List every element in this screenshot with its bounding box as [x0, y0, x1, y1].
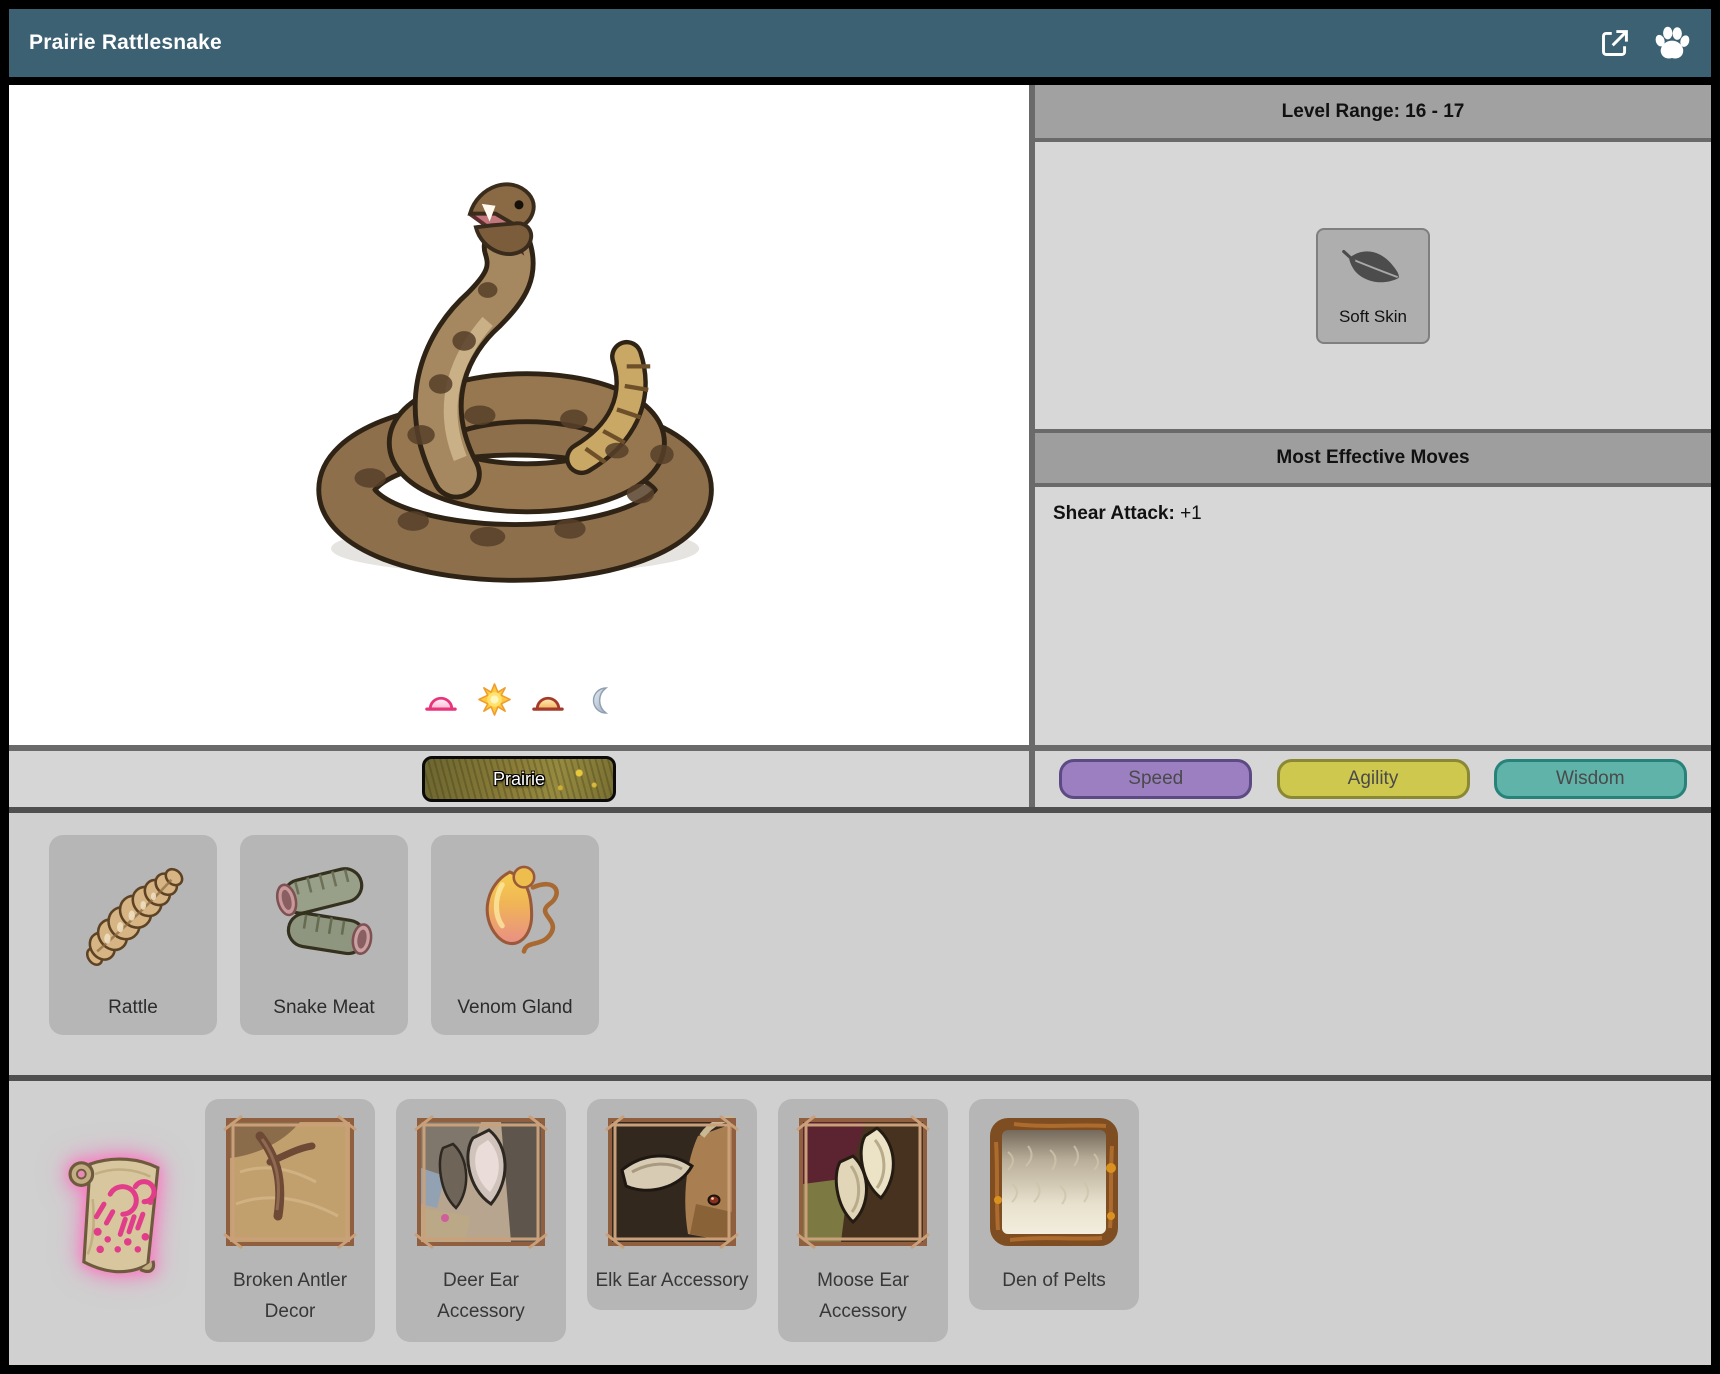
- craft-card-moose-ear-accessory[interactable]: Moose Ear Accessory: [778, 1099, 948, 1342]
- craft-card-deer-ear-accessory[interactable]: Deer Ear Accessory: [396, 1099, 566, 1342]
- crafting-section: Broken Antler Decor: [9, 1081, 1711, 1365]
- level-range-bar: Level Range: 16 - 17: [1035, 85, 1711, 142]
- creature-image-panel: [9, 85, 1029, 745]
- weakness-tile-soft-skin[interactable]: Soft Skin: [1316, 228, 1430, 344]
- drop-label: Snake Meat: [273, 997, 374, 1019]
- stat-pill-agility[interactable]: Agility: [1277, 759, 1470, 799]
- drop-card-venom-gland[interactable]: Venom Gland: [431, 835, 599, 1035]
- biome-band: Prairie: [9, 751, 1029, 807]
- stat-label: Speed: [1128, 768, 1183, 790]
- day-icon: [478, 683, 511, 721]
- feather-icon: [1341, 244, 1405, 297]
- night-icon: [585, 686, 613, 721]
- move-value: +1: [1180, 503, 1202, 524]
- elk-ear-accessory-image: [602, 1112, 742, 1257]
- craft-label: Den of Pelts: [1002, 1265, 1106, 1296]
- external-link-icon[interactable]: [1595, 24, 1633, 62]
- drop-label: Rattle: [108, 997, 158, 1019]
- craft-label: Moose Ear Accessory: [784, 1265, 942, 1328]
- weakness-label: Soft Skin: [1339, 307, 1407, 327]
- snake-meat-icon: [258, 849, 390, 982]
- move-name: Shear Attack:: [1053, 503, 1175, 524]
- creature-info-window: Prairie Rattlesnake: [0, 0, 1720, 1374]
- info-panel: Level Range: 16 - 17 Soft Skin Most Effe…: [1035, 85, 1711, 745]
- biome-label: Prairie: [493, 769, 545, 790]
- sunset-icon: [532, 689, 564, 721]
- moves-header-bar: Most Effective Moves: [1035, 429, 1711, 487]
- active-times-row: [425, 683, 613, 721]
- drops-section: Rattle: [9, 813, 1711, 1075]
- biome-button-prairie[interactable]: Prairie: [422, 756, 616, 802]
- stat-pill-wisdom[interactable]: Wisdom: [1494, 759, 1687, 799]
- level-range-text: Level Range: 16 - 17: [1282, 101, 1465, 123]
- move-entry: Shear Attack: +1: [1053, 503, 1202, 524]
- drop-card-snake-meat[interactable]: Snake Meat: [240, 835, 408, 1035]
- moves-list: Shear Attack: +1: [1035, 487, 1711, 745]
- broken-antler-decor-image: [220, 1112, 360, 1257]
- craft-label: Broken Antler Decor: [211, 1265, 369, 1328]
- craft-card-broken-antler-decor[interactable]: Broken Antler Decor: [205, 1099, 375, 1342]
- rattle-icon: [67, 849, 199, 982]
- craft-label: Elk Ear Accessory: [595, 1265, 748, 1296]
- drop-label: Venom Gland: [457, 997, 572, 1019]
- paw-icon[interactable]: [1653, 24, 1691, 62]
- craft-card-den-of-pelts[interactable]: Den of Pelts: [969, 1099, 1139, 1310]
- sunrise-icon: [425, 689, 457, 721]
- craft-card-elk-ear-accessory[interactable]: Elk Ear Accessory: [587, 1099, 757, 1310]
- stat-label: Wisdom: [1556, 768, 1625, 790]
- stats-band: Speed Agility Wisdom: [1035, 751, 1711, 807]
- page-title: Prairie Rattlesnake: [29, 31, 222, 55]
- moves-header-text: Most Effective Moves: [1276, 447, 1469, 469]
- recipe-scroll-icon[interactable]: [61, 1149, 177, 1292]
- deer-ear-accessory-image: [411, 1112, 551, 1257]
- weakness-area: Soft Skin: [1035, 142, 1711, 429]
- moose-ear-accessory-image: [793, 1112, 933, 1257]
- header-divider: [9, 77, 1711, 85]
- venom-gland-icon: [449, 849, 581, 982]
- drop-card-rattle[interactable]: Rattle: [49, 835, 217, 1035]
- den-of-pelts-image: [984, 1112, 1124, 1257]
- stat-label: Agility: [1348, 768, 1399, 790]
- title-bar: Prairie Rattlesnake: [9, 9, 1711, 77]
- rattlesnake-illustration: [284, 85, 754, 683]
- stat-pill-speed[interactable]: Speed: [1059, 759, 1252, 799]
- craft-label: Deer Ear Accessory: [402, 1265, 560, 1328]
